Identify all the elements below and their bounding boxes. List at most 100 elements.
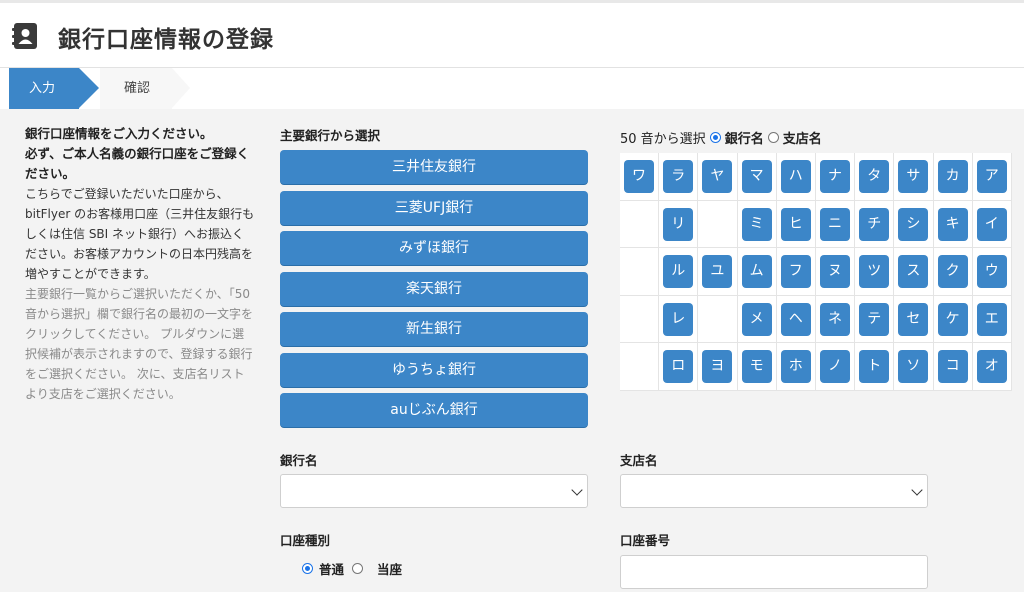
kana-button[interactable]: ク — [937, 255, 968, 289]
kana-button[interactable]: シ — [898, 207, 929, 241]
kana-cell: ソ — [894, 343, 934, 391]
branch-name-label: 支店名 — [620, 453, 658, 468]
kana-cell: コ — [933, 343, 973, 391]
radio-branch-name[interactable] — [767, 132, 779, 143]
kana-button[interactable]: ツ — [859, 255, 890, 289]
kana-button[interactable]: ヘ — [780, 302, 811, 336]
kana-button[interactable]: ス — [898, 255, 929, 289]
kana-button[interactable]: サ — [898, 160, 929, 193]
kana-button[interactable]: ノ — [820, 350, 850, 384]
branch-name-select[interactable] — [620, 474, 928, 508]
kana-button[interactable]: コ — [937, 350, 968, 384]
kana-button[interactable]: ウ — [976, 255, 1007, 289]
kana-button[interactable]: ニ — [820, 207, 850, 241]
kana-cell: マ — [737, 153, 777, 201]
kana-cell: ア — [972, 153, 1012, 201]
kana-selector-header: 50 音から選択 銀行名 支店名 — [620, 128, 822, 147]
radio-bank-name[interactable] — [709, 132, 721, 143]
kana-cell: ネ — [816, 295, 856, 344]
account-type-label: 口座種別 — [280, 533, 331, 548]
kana-button[interactable]: モ — [741, 350, 772, 384]
kana-cell: ナ — [816, 153, 856, 201]
kana-cell: テ — [855, 295, 895, 344]
kana-button[interactable]: ア — [976, 160, 1007, 193]
bank-button[interactable]: 楽天銀行 — [280, 271, 588, 306]
radio-ordinary[interactable] — [302, 563, 313, 574]
kana-button[interactable]: ヌ — [820, 255, 850, 289]
account-number-input[interactable] — [620, 555, 928, 589]
kana-button[interactable]: イ — [976, 207, 1007, 241]
kana-cell: リ — [659, 200, 699, 249]
kana-cell: セ — [894, 295, 934, 344]
kana-cell — [620, 200, 660, 249]
radio-checking-label: 当座 — [377, 562, 403, 577]
bank-name-select[interactable] — [280, 474, 588, 508]
kana-cell: ヒ — [776, 200, 816, 249]
kana-button[interactable]: ネ — [820, 302, 850, 336]
bank-button[interactable]: 新生銀行 — [280, 312, 588, 346]
kana-button[interactable]: ロ — [663, 350, 694, 384]
kana-button[interactable]: タ — [859, 160, 890, 193]
kana-button[interactable]: ヒ — [780, 207, 811, 241]
kana-cell: ウ — [972, 248, 1012, 296]
kana-cell: シ — [894, 200, 934, 249]
kana-button[interactable]: キ — [937, 207, 968, 241]
kana-button[interactable]: レ — [663, 302, 694, 336]
kana-cell: タ — [855, 153, 895, 201]
kana-cell — [620, 343, 660, 391]
kana-cell: レ — [659, 295, 699, 344]
bank-button[interactable]: 三井住友銀行 — [280, 150, 588, 184]
kana-button[interactable]: ラ — [663, 160, 694, 193]
bank-button[interactable]: auじぶん銀行 — [280, 393, 588, 427]
kana-button[interactable]: チ — [859, 207, 890, 241]
kana-cell — [620, 295, 660, 344]
kana-cell: ノ — [816, 343, 856, 391]
kana-button[interactable]: ナ — [820, 160, 850, 193]
kana-button[interactable]: テ — [859, 302, 890, 336]
bank-button[interactable]: みずほ銀行 — [280, 231, 588, 265]
kana-button[interactable]: オ — [976, 350, 1007, 384]
radio-checking[interactable] — [352, 563, 364, 574]
kana-cell: サ — [894, 153, 934, 201]
kana-button[interactable]: セ — [898, 302, 929, 336]
kana-button[interactable]: ル — [663, 255, 694, 289]
kana-button[interactable]: カ — [937, 160, 968, 193]
kana-cell: ク — [933, 248, 973, 296]
kana-cell: ヤ — [698, 153, 738, 201]
kana-button[interactable]: ヤ — [702, 160, 733, 193]
bank-button[interactable]: 三菱UFJ銀行 — [280, 190, 588, 225]
kana-cell: ハ — [776, 153, 816, 201]
kana-button[interactable]: メ — [741, 302, 772, 336]
step-indicator: 入力 確認 — [0, 68, 1024, 109]
chevron-down-icon — [571, 484, 583, 496]
kana-button[interactable]: ホ — [780, 350, 811, 384]
kana-cell: ツ — [855, 248, 895, 296]
kana-button[interactable]: ヨ — [702, 350, 733, 384]
contact-card-icon — [12, 23, 37, 49]
step-confirm: 確認 — [100, 68, 172, 109]
kana-button[interactable]: ユ — [702, 255, 733, 289]
kana-cell: メ — [737, 295, 777, 344]
kana-button[interactable]: ト — [859, 350, 890, 384]
kana-cell: ケ — [933, 295, 973, 344]
instructions: 銀行口座情報をご入力ください。 必ず、ご本人名義の銀行口座をご登録ください。 こ… — [25, 124, 255, 404]
kana-button[interactable]: エ — [976, 302, 1007, 336]
kana-button[interactable]: ミ — [741, 207, 772, 241]
kana-cell — [698, 200, 738, 249]
kana-cell: ス — [894, 248, 934, 296]
instruction-bold-1: 銀行口座情報をご入力ください。 — [25, 126, 213, 141]
kana-cell: キ — [933, 200, 973, 249]
kana-cell: ミ — [737, 200, 777, 249]
kana-button[interactable]: ケ — [937, 302, 968, 336]
kana-button[interactable]: マ — [741, 160, 772, 193]
kana-cell: ホ — [776, 343, 816, 391]
kana-button[interactable]: ム — [741, 255, 772, 289]
kana-button[interactable]: ハ — [780, 160, 811, 193]
kana-button[interactable]: ワ — [624, 160, 654, 193]
kana-button[interactable]: フ — [780, 255, 811, 289]
kana-button[interactable]: リ — [663, 207, 694, 241]
step-input-arrow — [79, 68, 99, 108]
kana-button[interactable]: ソ — [898, 350, 929, 384]
kana-cell: ト — [855, 343, 895, 391]
bank-button[interactable]: ゆうちょ銀行 — [280, 352, 588, 387]
